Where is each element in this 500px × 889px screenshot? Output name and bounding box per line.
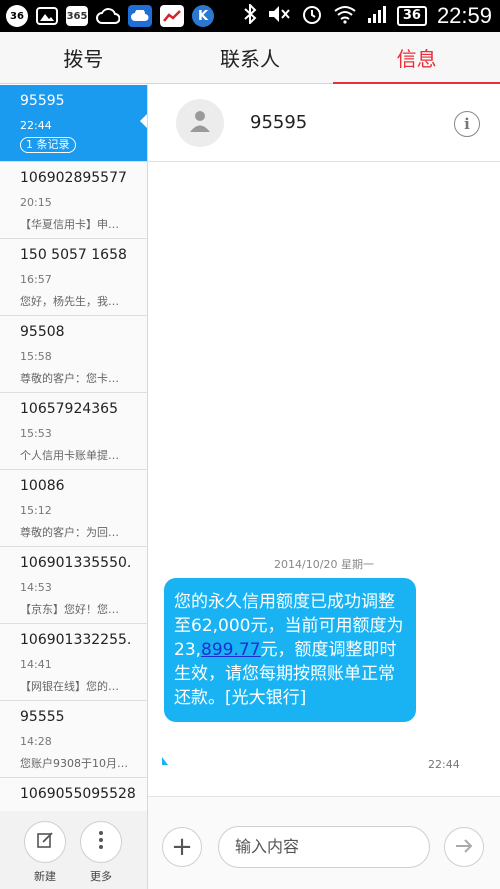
avatar[interactable] — [176, 99, 224, 147]
message-number-link[interactable]: 899.77 — [201, 640, 260, 660]
chart-icon — [160, 5, 184, 27]
conversation-snippet: 【华夏信用卡】申… — [20, 218, 119, 230]
info-icon: i — [464, 115, 470, 133]
notification-count: 36 — [10, 10, 24, 22]
conversation-item[interactable]: 106902895577 20:15 【华夏信用卡】申… — [0, 162, 147, 239]
k-icon: K — [192, 5, 214, 27]
conversation-snippet: 【京东】您好！您… — [20, 603, 119, 615]
conversation-snippet: 您账户9308于10月… — [20, 757, 128, 769]
battery-indicator: 36 — [396, 6, 427, 26]
conversation-name: 10657924365 — [20, 401, 118, 417]
conversation-name: 95595 — [20, 93, 65, 109]
plus-icon: + — [171, 832, 193, 862]
arrow-right-icon — [454, 835, 474, 860]
status-bar-system: 36 22:59 — [243, 2, 492, 30]
conversation-name: 106901332255. — [20, 632, 132, 648]
conversation-snippet: 个人信用卡账单提… — [20, 449, 119, 461]
conversation-name: 95508 — [20, 324, 65, 340]
conversation-item[interactable]: 106901332255. 14:41 【网银在线】您的… — [0, 624, 147, 701]
status-bar: 36 365 K 36 22:59 — [0, 0, 500, 32]
tab-bar: 拨号 联系人 信息 — [0, 32, 500, 84]
conversation-time: 14:41 — [20, 658, 52, 671]
calendar-365-icon: 365 — [66, 6, 88, 26]
conversation-time: 20:15 — [20, 196, 52, 209]
contact-name: 95595 — [250, 112, 308, 133]
info-button[interactable]: i — [454, 111, 480, 137]
conversation-name: 106902895577 — [20, 170, 127, 186]
composer: + 输入内容 — [148, 796, 500, 889]
message-input[interactable]: 输入内容 — [218, 826, 430, 868]
more-button[interactable] — [80, 821, 122, 863]
selection-pointer — [140, 113, 147, 129]
more-label: 更多 — [90, 870, 112, 883]
attach-button[interactable]: + — [162, 827, 202, 867]
conversation-name: 10086 — [20, 478, 65, 494]
k-label: K — [197, 8, 209, 24]
conversation-item[interactable]: 10657924365 15:53 个人信用卡账单提… — [0, 393, 147, 470]
signal-icon — [367, 4, 387, 29]
send-button[interactable] — [444, 827, 484, 867]
conversation-name: 95555 — [20, 709, 65, 725]
conversation-time: 22:44 — [20, 119, 52, 132]
date-separator: 2014/10/20 星期一 — [274, 558, 374, 571]
conversation-item[interactable]: 95508 15:58 尊敬的客户：您卡… — [0, 316, 147, 393]
conversation-snippet: 您好，杨先生，我… — [20, 295, 119, 307]
conversation-item[interactable]: 10086 15:12 尊敬的客户：为回… — [0, 470, 147, 547]
conversation-name: 106901335550. — [20, 555, 132, 571]
message-bubble[interactable]: 您的永久信用额度已成功调整至62,000元，当前可用额度为23,899.77元，… — [164, 578, 416, 722]
person-icon — [189, 109, 211, 137]
conversation-item[interactable]: 1069055095528 — [0, 778, 147, 811]
conversation-snippet: 尊敬的客户：为回… — [20, 526, 119, 538]
new-message-button[interactable] — [24, 821, 66, 863]
calendar-label: 365 — [66, 10, 88, 22]
compose-icon — [36, 831, 54, 854]
conversation-list[interactable]: 95595 22:44 1 条记录 106902895577 20:15 【华夏… — [0, 85, 148, 811]
conversation-name: 150 5057 1658 — [20, 247, 127, 263]
conversation-header: 95595 i — [148, 85, 500, 162]
conversation-item[interactable]: 106901335550. 14:53 【京东】您好！您… — [0, 547, 147, 624]
conversation-item[interactable]: 95555 14:28 您账户9308于10月… — [0, 701, 147, 778]
list-toolbar: 新建 更多 — [0, 811, 148, 889]
wifi-icon — [333, 4, 357, 29]
cloud-icon — [96, 5, 120, 27]
tab-dialer[interactable]: 拨号 — [0, 32, 167, 83]
conversation-snippet: 尊敬的客户：您卡… — [20, 372, 119, 384]
message-thread[interactable]: 2014/10/20 星期一 您的永久信用额度已成功调整至62,000元，当前可… — [148, 162, 500, 796]
conversation-time: 14:28 — [20, 735, 52, 748]
more-vertical-icon — [98, 830, 104, 855]
notification-badge-icon: 36 — [6, 5, 28, 27]
conversation-snippet: 【网银在线】您的… — [20, 680, 119, 692]
conversation-time: 14:53 — [20, 581, 52, 594]
new-label: 新建 — [34, 870, 56, 883]
mute-icon — [267, 4, 291, 29]
clock: 22:59 — [436, 3, 492, 28]
alarm-icon — [301, 3, 323, 30]
conversation-time: 15:12 — [20, 504, 52, 517]
conversation-time: 15:53 — [20, 427, 52, 440]
conversation-name: 1069055095528 — [20, 786, 136, 802]
bluetooth-icon — [243, 2, 257, 29]
conversation-time: 15:58 — [20, 350, 52, 363]
status-bar-notifications: 36 365 K — [6, 4, 214, 28]
message-time: 22:44 — [428, 758, 460, 771]
record-count-badge: 1 条记录 — [20, 137, 76, 153]
tab-contacts[interactable]: 联系人 — [167, 32, 334, 83]
conversation-item[interactable]: 150 5057 1658 16:57 您好，杨先生，我… — [0, 239, 147, 316]
conversation-time: 16:57 — [20, 273, 52, 286]
cloud-sync-icon — [128, 5, 152, 27]
image-icon — [36, 7, 58, 25]
tab-messages[interactable]: 信息 — [333, 32, 500, 84]
conversation-item[interactable]: 95595 22:44 1 条记录 — [0, 85, 147, 162]
bubble-tail — [162, 757, 168, 765]
